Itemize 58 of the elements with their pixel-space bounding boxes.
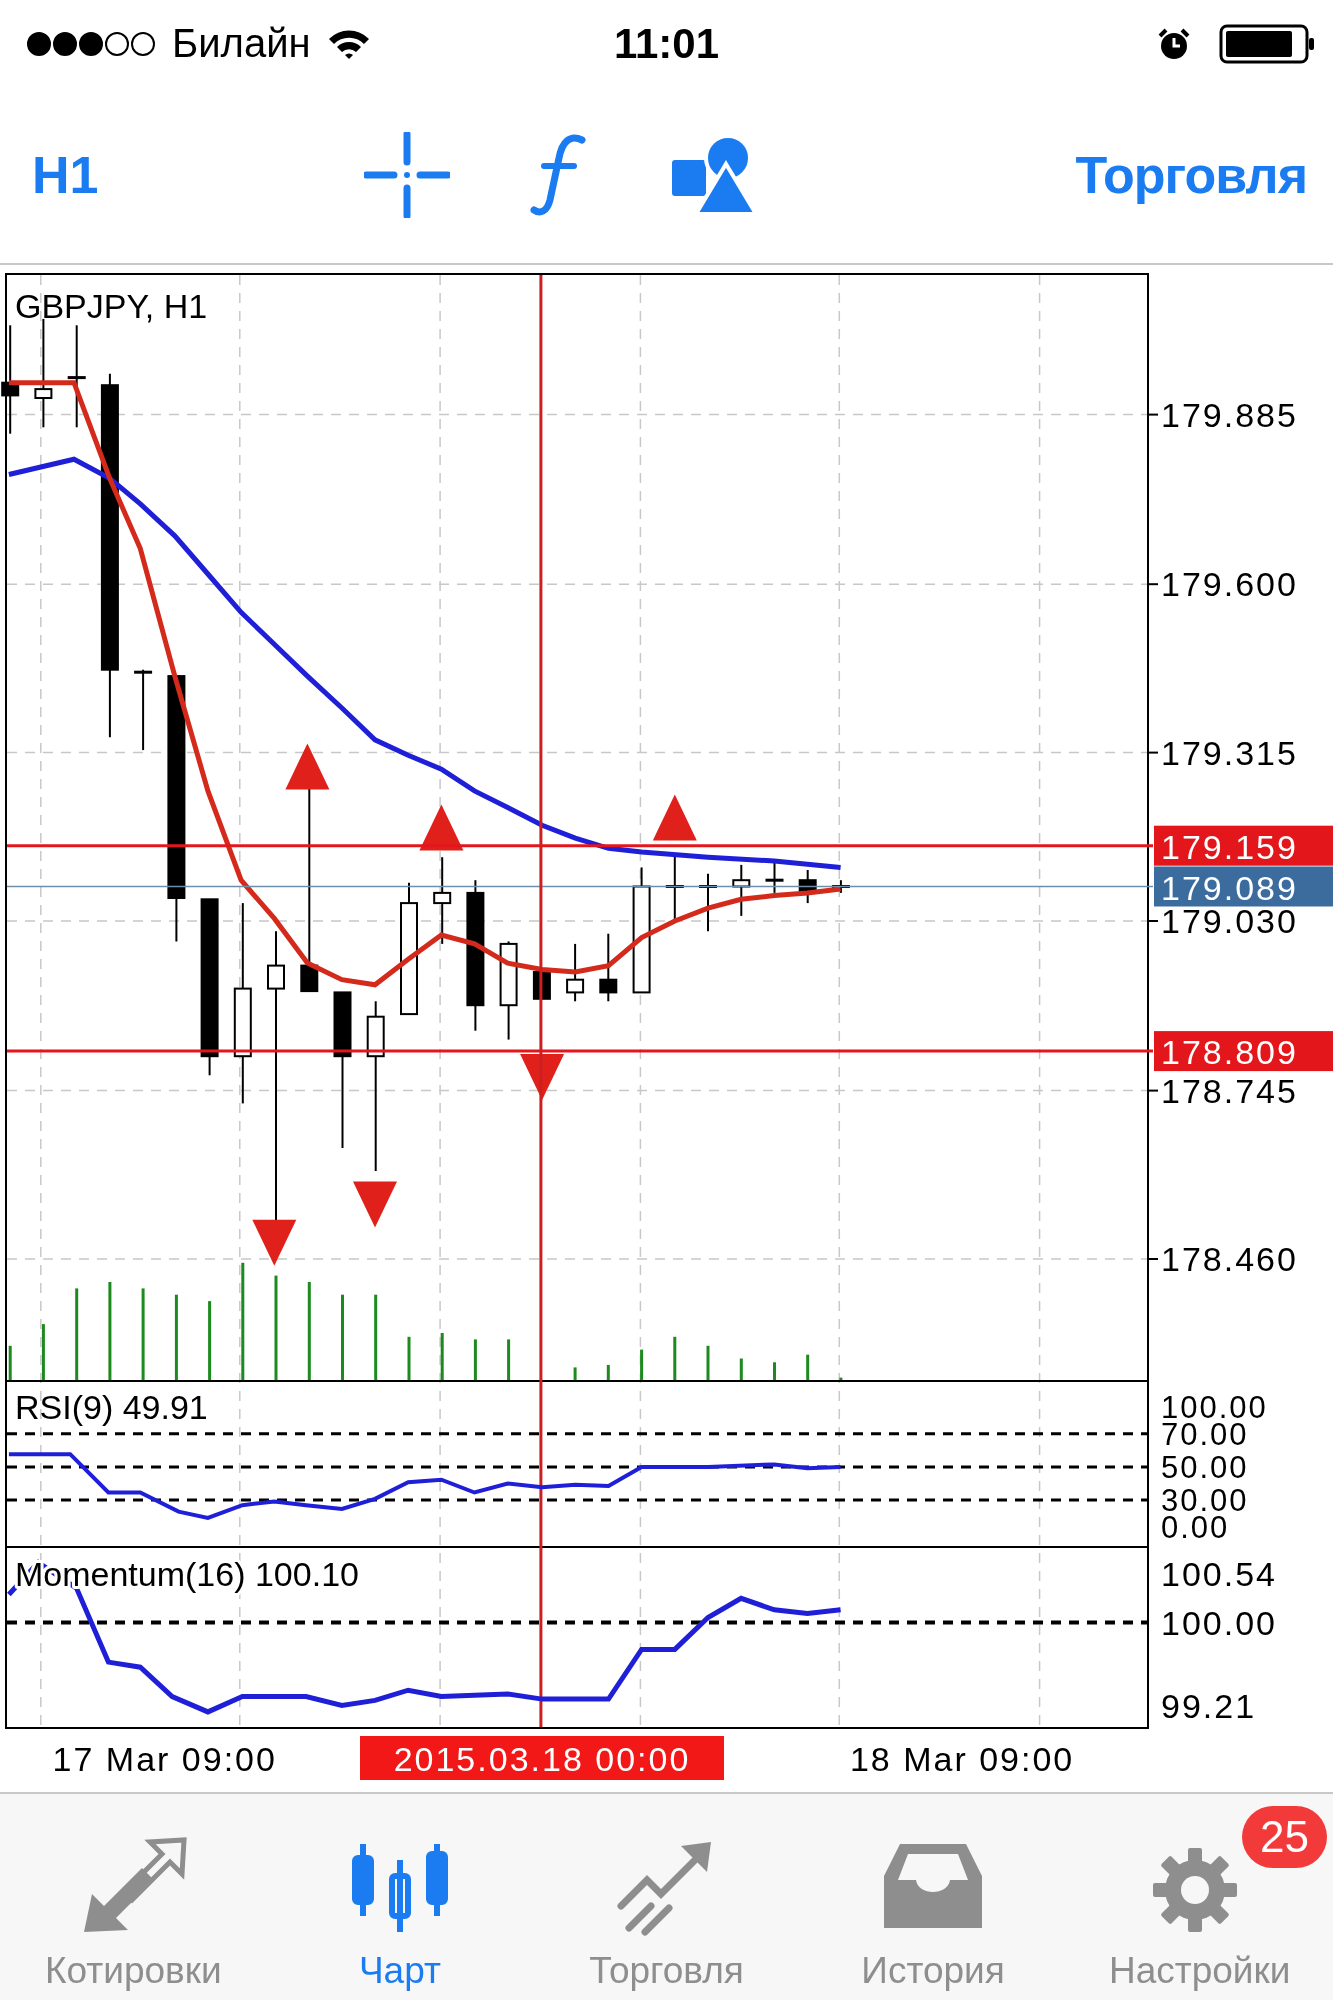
- volume-bar: [673, 1336, 677, 1380]
- fractal-up-marker: [419, 804, 464, 851]
- tab-bar-item[interactable]: Настройки 25: [1066, 1794, 1333, 2000]
- candlestick: [732, 863, 751, 917]
- rsi-indicator-label: RSI(9) 49.91: [15, 1388, 208, 1426]
- price-tick-label: 179.885: [1161, 395, 1298, 434]
- price-tick-label: 179.600: [1161, 565, 1298, 604]
- tab-bar-item[interactable]: Котировки: [0, 1794, 267, 2000]
- candlestick: [798, 869, 817, 905]
- volume-bar: [739, 1358, 743, 1380]
- candlestick: [699, 872, 717, 933]
- timeframe-button[interactable]: H1: [26, 141, 105, 209]
- price-tick-label: 178.745: [1161, 1071, 1298, 1110]
- momentum-tick-label: 99.21: [1161, 1686, 1257, 1725]
- battery-icon: [1219, 23, 1315, 64]
- clock-time: 11:01: [613, 19, 720, 68]
- volume-bar: [773, 1362, 776, 1380]
- crosshair-icon[interactable]: [364, 132, 451, 218]
- fractal-up-marker: [285, 743, 330, 790]
- carrier-name: Билайн: [172, 21, 311, 66]
- volume-bar: [640, 1349, 644, 1380]
- crosshair-time-tag: 2015.03.18 00:00: [360, 1736, 724, 1780]
- price-tick-label: 178.460: [1161, 1240, 1298, 1278]
- tab-bar-item[interactable]: Чарт: [266, 1794, 534, 2000]
- fractal-down-marker: [520, 1053, 565, 1100]
- volume-bar: [606, 1364, 610, 1380]
- fractal-down-marker: [252, 1219, 297, 1266]
- tab-bar-item[interactable]: История: [799, 1794, 1067, 2000]
- volume-bar: [8, 1345, 12, 1380]
- volume-bar: [573, 1367, 577, 1380]
- time-axis-label: 17 Mar 09:00: [52, 1740, 277, 1778]
- momentum-tick-label: 100.54: [1161, 1555, 1277, 1594]
- price-tag: 179.089: [1154, 866, 1333, 907]
- trade-button[interactable]: Торговля: [1069, 141, 1313, 209]
- volume-bar: [706, 1345, 710, 1380]
- alarm-clock-icon: [1157, 26, 1191, 61]
- volume-bar: [440, 1333, 444, 1380]
- notification-badge: 25: [1242, 1806, 1327, 1868]
- time-axis-label: 18 Mar 09:00: [849, 1740, 1075, 1778]
- signal-strength-icon: [26, 30, 156, 57]
- fractal-up-marker: [652, 794, 697, 841]
- price-tick-label: 179.315: [1161, 733, 1298, 772]
- volume-bar: [407, 1336, 411, 1380]
- volume-bar: [839, 1377, 843, 1380]
- candlestick: [831, 879, 850, 894]
- volume-bar: [806, 1354, 810, 1380]
- rsi-tick-label: 50.00: [1161, 1449, 1249, 1485]
- momentum-tick-label: 100.00: [1161, 1603, 1277, 1642]
- fractal-down-marker: [353, 1181, 397, 1228]
- tab-bar-item[interactable]: Торговля: [533, 1794, 800, 2000]
- volume-bar: [473, 1339, 477, 1380]
- candlestick: [599, 932, 618, 1003]
- price-tag: 178.809: [1154, 1031, 1333, 1072]
- chart-symbol-title: GBPJPY, H1: [15, 287, 208, 325]
- price-tag: 179.159: [1154, 825, 1333, 866]
- candlestick: [566, 942, 585, 1003]
- volume-bar: [507, 1339, 511, 1380]
- volume-bar: [41, 1324, 45, 1380]
